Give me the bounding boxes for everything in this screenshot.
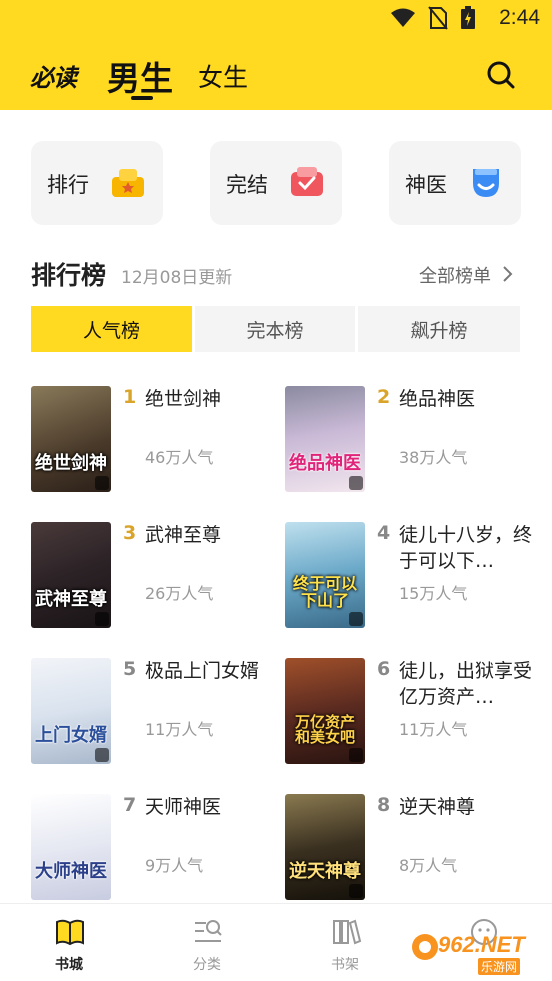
category-card-ranking[interactable]: 排行: [31, 141, 163, 225]
status-icons: [390, 6, 476, 30]
site-watermark: 962.NET 乐游网: [410, 928, 550, 978]
book-open-icon: [56, 919, 84, 946]
active-tab-indicator: [131, 96, 153, 100]
book-rank: 1: [123, 386, 137, 408]
doctor-icon: [473, 169, 499, 197]
book-rank: 7: [123, 794, 137, 816]
book-title[interactable]: 武神至尊: [145, 522, 281, 548]
book-rank: 5: [123, 658, 137, 680]
cover-title-art: 上门女婿: [35, 725, 107, 747]
ranking-title: 排行榜: [31, 261, 107, 290]
cover-title-art: 武神至尊: [35, 589, 107, 611]
cover-title-art: 终于可以下山了: [292, 574, 357, 611]
headphones-icon: [95, 476, 109, 490]
category-label: 神医: [405, 173, 447, 197]
book-title[interactable]: 天师神医: [145, 794, 281, 820]
cover-title-art: 大师神医: [35, 861, 107, 883]
tab-male[interactable]: 男生: [107, 52, 173, 100]
book-cover[interactable]: 绝品神医: [285, 386, 365, 492]
book-popularity: 15万人气: [399, 584, 468, 603]
watermark-brand: 962.NET: [438, 932, 525, 957]
category-card-doctor[interactable]: 神医: [389, 141, 521, 225]
bookshelf-icon: [333, 919, 362, 945]
category-label: 完结: [226, 173, 268, 197]
tab-female[interactable]: 女生: [198, 58, 248, 94]
nav-bookshelf[interactable]: 书架: [276, 904, 414, 981]
top-header: 2:44 必读 男生 女生: [0, 0, 552, 110]
book-popularity: 9万人气: [145, 856, 204, 875]
book-item[interactable]: 终于可以下山了 4 徒儿十八岁，终于可以下… 15万人气: [285, 522, 535, 630]
tab-rising[interactable]: 飙升榜: [358, 306, 520, 352]
status-bar: 2:44: [0, 0, 552, 36]
book-rank: 3: [123, 522, 137, 544]
cover-title-art: 绝品神医: [289, 453, 361, 475]
headphones-icon: [349, 476, 363, 490]
book-cover[interactable]: 万亿资产和美女吧: [285, 658, 365, 764]
book-popularity: 46万人气: [145, 448, 214, 467]
wifi-icon: [391, 8, 415, 27]
book-popularity: 26万人气: [145, 584, 214, 603]
book-title[interactable]: 徒儿，出狱享受亿万资产…: [399, 658, 535, 710]
tab-label: 飙升榜: [410, 319, 468, 342]
nav-label: 分类: [193, 957, 221, 973]
book-cover[interactable]: 武神至尊: [31, 522, 111, 628]
book-cover[interactable]: 逆天神尊: [285, 794, 365, 900]
nav-category[interactable]: 分类: [138, 904, 276, 981]
nav-label: 书架: [331, 957, 359, 973]
ranking-updated-date: 12月08日更新: [121, 268, 233, 288]
battery-charging-icon: [461, 6, 475, 29]
cover-title-art: 绝世剑神: [35, 453, 107, 475]
book-item[interactable]: 大师神医 7 天师神医 9万人气: [31, 794, 281, 902]
chevron-right-icon[interactable]: [501, 264, 515, 284]
book-cover[interactable]: 绝世剑神: [31, 386, 111, 492]
book-rank: 4: [377, 522, 391, 544]
book-popularity: 11万人气: [145, 720, 214, 739]
trophy-icon: [112, 169, 144, 197]
book-popularity: 8万人气: [399, 856, 458, 875]
book-title[interactable]: 绝品神医: [399, 386, 535, 412]
no-sim-icon: [428, 6, 448, 30]
finished-icon: [291, 167, 323, 196]
book-popularity: 11万人气: [399, 720, 468, 739]
headphones-icon: [95, 612, 109, 626]
book-title[interactable]: 绝世剑神: [145, 386, 281, 412]
cover-title-art: 万亿资产和美女吧: [294, 712, 355, 747]
book-item[interactable]: 绝品神医 2 绝品神医 38万人气: [285, 386, 535, 494]
tab-label: 完本榜: [246, 319, 304, 342]
book-item[interactable]: 逆天神尊 8 逆天神尊 8万人气: [285, 794, 535, 902]
watermark-sub: 乐游网: [478, 958, 521, 975]
book-item[interactable]: 万亿资产和美女吧 6 徒儿，出狱享受亿万资产… 11万人气: [285, 658, 535, 766]
watermark-logo-icon: [412, 934, 438, 960]
book-title[interactable]: 逆天神尊: [399, 794, 535, 820]
category-label: 排行: [47, 173, 89, 197]
headphones-icon: [95, 748, 109, 762]
book-title[interactable]: 徒儿十八岁，终于可以下…: [399, 522, 535, 574]
tab-popular[interactable]: 人气榜: [31, 306, 192, 352]
book-popularity: 38万人气: [399, 448, 468, 467]
cover-title-art: 逆天神尊: [289, 861, 361, 883]
nav-label: 书城: [55, 957, 83, 973]
status-time: 2:44: [499, 6, 540, 29]
book-cover[interactable]: 终于可以下山了: [285, 522, 365, 628]
all-rankings-link[interactable]: 全部榜单: [419, 262, 491, 288]
nav-bookstore[interactable]: 书城: [0, 904, 138, 981]
book-rank: 6: [377, 658, 391, 680]
category-card-finished[interactable]: 完结: [210, 141, 342, 225]
search-icon[interactable]: [486, 60, 516, 90]
headphones-icon: [349, 612, 363, 626]
book-cover[interactable]: 大师神医: [31, 794, 111, 900]
book-item[interactable]: 上门女婿 5 极品上门女婿 11万人气: [31, 658, 281, 766]
book-rank: 2: [377, 386, 391, 408]
category-search-icon: [195, 920, 222, 942]
book-item[interactable]: 绝世剑神 1 绝世剑神 46万人气: [31, 386, 281, 494]
tab-label: 人气榜: [82, 319, 140, 342]
book-title[interactable]: 极品上门女婿: [145, 658, 281, 684]
headphones-icon: [349, 884, 363, 898]
headphones-icon: [349, 748, 363, 762]
book-rank: 8: [377, 794, 391, 816]
app-logo: 必读: [30, 63, 77, 92]
tab-completed[interactable]: 完本榜: [195, 306, 355, 352]
book-item[interactable]: 武神至尊 3 武神至尊 26万人气: [31, 522, 281, 630]
book-cover[interactable]: 上门女婿: [31, 658, 111, 764]
